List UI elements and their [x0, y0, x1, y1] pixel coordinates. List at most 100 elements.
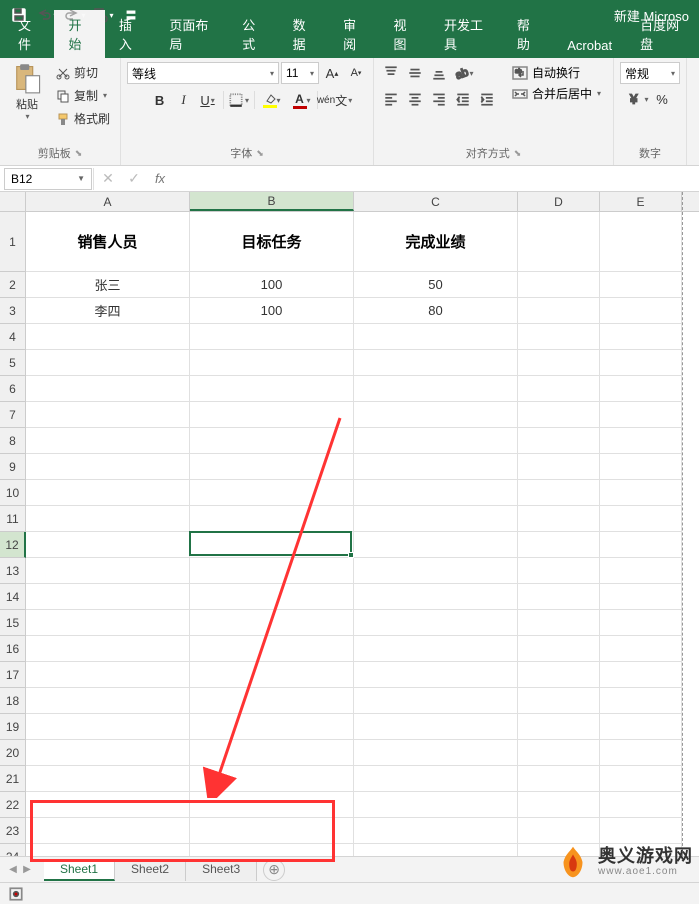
sheet-tab-sheet3[interactable]: Sheet3: [186, 859, 257, 881]
cell-B22[interactable]: [190, 792, 354, 818]
cell-B1[interactable]: 目标任务: [190, 212, 354, 272]
cell-A5[interactable]: [26, 350, 190, 376]
cell-E23[interactable]: [600, 818, 682, 844]
cell-D1[interactable]: [518, 212, 600, 272]
dialog-launcher-icon[interactable]: ⬊: [75, 148, 83, 159]
cell-B17[interactable]: [190, 662, 354, 688]
decrease-font-button[interactable]: A▾: [345, 62, 367, 84]
cell-B19[interactable]: [190, 714, 354, 740]
cell-D8[interactable]: [518, 428, 600, 454]
row-header-24[interactable]: 24: [0, 844, 26, 856]
record-macro-icon[interactable]: [8, 886, 24, 902]
row-header-3[interactable]: 3: [0, 298, 26, 324]
row-header-14[interactable]: 14: [0, 584, 26, 610]
cell-C3[interactable]: 80: [354, 298, 518, 324]
cell-B2[interactable]: 100: [190, 272, 354, 298]
align-center-button[interactable]: [404, 88, 426, 110]
row-header-13[interactable]: 13: [0, 558, 26, 584]
row-header-16[interactable]: 16: [0, 636, 26, 662]
cell-A6[interactable]: [26, 376, 190, 402]
cell-D21[interactable]: [518, 766, 600, 792]
tab-insert[interactable]: 插入: [105, 10, 155, 58]
cell-C12[interactable]: [354, 532, 518, 558]
cell-C10[interactable]: [354, 480, 518, 506]
cell-C1[interactable]: 完成业绩: [354, 212, 518, 272]
align-top-button[interactable]: [380, 62, 402, 84]
row-header-15[interactable]: 15: [0, 610, 26, 636]
row-header-22[interactable]: 22: [0, 792, 26, 818]
select-all-corner[interactable]: [0, 192, 26, 212]
new-sheet-button[interactable]: ⊕: [263, 859, 285, 881]
tab-review[interactable]: 审阅: [329, 10, 379, 58]
cut-button[interactable]: 剪切: [52, 62, 114, 83]
cell-A24[interactable]: [26, 844, 190, 856]
tab-help[interactable]: 帮助: [503, 10, 553, 58]
cell-E15[interactable]: [600, 610, 682, 636]
cell-A11[interactable]: [26, 506, 190, 532]
cell-A14[interactable]: [26, 584, 190, 610]
cell-A7[interactable]: [26, 402, 190, 428]
cell-D12[interactable]: [518, 532, 600, 558]
column-header-D[interactable]: D: [518, 192, 600, 211]
cell-E10[interactable]: [600, 480, 682, 506]
cell-D10[interactable]: [518, 480, 600, 506]
cell-E2[interactable]: [600, 272, 682, 298]
cell-C22[interactable]: [354, 792, 518, 818]
cell-E19[interactable]: [600, 714, 682, 740]
number-format-select[interactable]: 常规▾: [620, 62, 680, 84]
cell-D11[interactable]: [518, 506, 600, 532]
cell-C11[interactable]: [354, 506, 518, 532]
tab-dev[interactable]: 开发工具: [430, 10, 503, 58]
cell-C4[interactable]: [354, 324, 518, 350]
cell-C24[interactable]: [354, 844, 518, 856]
cell-B7[interactable]: [190, 402, 354, 428]
column-header-E[interactable]: E: [600, 192, 682, 211]
align-middle-button[interactable]: [404, 62, 426, 84]
border-button[interactable]: ▾: [228, 89, 250, 111]
cell-E9[interactable]: [600, 454, 682, 480]
cell-E14[interactable]: [600, 584, 682, 610]
cell-C20[interactable]: [354, 740, 518, 766]
cell-A22[interactable]: [26, 792, 190, 818]
cell-B10[interactable]: [190, 480, 354, 506]
cell-B5[interactable]: [190, 350, 354, 376]
row-header-6[interactable]: 6: [0, 376, 26, 402]
cell-D16[interactable]: [518, 636, 600, 662]
underline-button[interactable]: U▾: [197, 89, 219, 111]
cell-C21[interactable]: [354, 766, 518, 792]
format-painter-button[interactable]: 格式刷: [52, 108, 114, 129]
font-name-select[interactable]: 等线▾: [127, 62, 279, 84]
cell-C2[interactable]: 50: [354, 272, 518, 298]
cell-B11[interactable]: [190, 506, 354, 532]
cell-E17[interactable]: [600, 662, 682, 688]
row-header-20[interactable]: 20: [0, 740, 26, 766]
tab-layout[interactable]: 页面布局: [155, 10, 228, 58]
tab-acrobat[interactable]: Acrobat: [553, 33, 626, 58]
row-header-18[interactable]: 18: [0, 688, 26, 714]
merge-center-button[interactable]: 合并后居中▾: [506, 83, 607, 104]
row-header-21[interactable]: 21: [0, 766, 26, 792]
cell-E8[interactable]: [600, 428, 682, 454]
percent-button[interactable]: %: [651, 88, 673, 110]
sheet-tab-sheet2[interactable]: Sheet2: [115, 859, 186, 881]
cell-A4[interactable]: [26, 324, 190, 350]
cell-D15[interactable]: [518, 610, 600, 636]
cell-C5[interactable]: [354, 350, 518, 376]
cell-A16[interactable]: [26, 636, 190, 662]
bold-button[interactable]: B: [149, 89, 171, 111]
cell-D4[interactable]: [518, 324, 600, 350]
cell-D6[interactable]: [518, 376, 600, 402]
fx-button[interactable]: fx: [147, 168, 173, 190]
cell-B4[interactable]: [190, 324, 354, 350]
cell-B8[interactable]: [190, 428, 354, 454]
dialog-launcher-icon[interactable]: ⬊: [256, 148, 264, 159]
cell-C18[interactable]: [354, 688, 518, 714]
cells-area[interactable]: 销售人员目标任务完成业绩张三10050李四10080: [26, 212, 699, 856]
cell-A3[interactable]: 李四: [26, 298, 190, 324]
dialog-launcher-icon[interactable]: ⬊: [514, 148, 522, 159]
cell-C13[interactable]: [354, 558, 518, 584]
cell-B24[interactable]: [190, 844, 354, 856]
row-header-19[interactable]: 19: [0, 714, 26, 740]
cell-D23[interactable]: [518, 818, 600, 844]
row-header-23[interactable]: 23: [0, 818, 26, 844]
